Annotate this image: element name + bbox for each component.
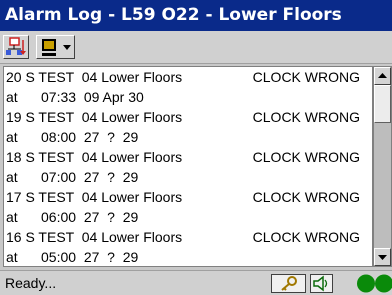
view-dropdown-button[interactable] xyxy=(36,35,75,59)
speaker-icon xyxy=(313,275,328,292)
arrow-down-icon xyxy=(378,255,387,260)
alarm-status: CLOCK WRONG xyxy=(252,109,360,125)
list-item[interactable]: 17 S TEST 04 Lower Floors CLOCK WRONG at… xyxy=(4,187,372,227)
alarm-status: CLOCK WRONG xyxy=(252,149,360,165)
window-title: Alarm Log - L59 O22 - Lower Floors xyxy=(5,5,342,25)
alarm-time: at 05:00 27 ? 29 xyxy=(6,249,139,265)
toolbar xyxy=(0,31,392,64)
alarm-status: CLOCK WRONG xyxy=(252,189,360,205)
alarm-time: at 06:00 27 ? 29 xyxy=(6,209,139,225)
tree-icon xyxy=(6,37,26,55)
key-button[interactable] xyxy=(271,274,306,293)
scroll-thumb[interactable] xyxy=(374,85,391,123)
list-item[interactable]: 16 S TEST 04 Lower Floors CLOCK WRONG at… xyxy=(4,227,372,266)
monitor-icon xyxy=(42,39,56,56)
title-bar: Alarm Log - L59 O22 - Lower Floors xyxy=(0,0,392,31)
list-item[interactable]: 19 S TEST 04 Lower Floors CLOCK WRONG at… xyxy=(4,107,372,147)
alarm-list[interactable]: 20 S TEST 04 Lower Floors CLOCK WRONG at… xyxy=(3,66,373,267)
vertical-scrollbar[interactable] xyxy=(373,66,392,267)
alarm-description: 17 S TEST 04 Lower Floors xyxy=(6,189,183,205)
tree-button[interactable] xyxy=(3,35,29,59)
scroll-up-button[interactable] xyxy=(374,67,391,85)
speaker-button[interactable] xyxy=(310,274,333,293)
chevron-down-icon xyxy=(63,45,71,50)
alarm-status: CLOCK WRONG xyxy=(252,229,360,245)
alarm-time: at 08:00 27 ? 29 xyxy=(6,129,139,145)
connection-status-icon xyxy=(357,274,392,293)
alarm-description: 19 S TEST 04 Lower Floors xyxy=(6,109,183,125)
alarm-description: 18 S TEST 04 Lower Floors xyxy=(6,149,183,165)
status-text: Ready... xyxy=(5,275,57,291)
list-item[interactable]: 20 S TEST 04 Lower Floors CLOCK WRONG at… xyxy=(4,67,372,107)
alarm-status: CLOCK WRONG xyxy=(252,69,360,85)
arrow-up-icon xyxy=(378,73,387,78)
scroll-down-button[interactable] xyxy=(374,248,391,266)
alarm-description: 16 S TEST 04 Lower Floors xyxy=(6,229,183,245)
status-bar: Ready... xyxy=(0,270,392,295)
alarm-time: at 07:33 09 Apr 30 xyxy=(6,89,144,105)
alarm-description: 20 S TEST 04 Lower Floors xyxy=(6,69,183,85)
key-icon xyxy=(281,276,297,291)
list-item[interactable]: 18 S TEST 04 Lower Floors CLOCK WRONG at… xyxy=(4,147,372,187)
alarm-time: at 07:00 27 ? 29 xyxy=(6,169,139,185)
